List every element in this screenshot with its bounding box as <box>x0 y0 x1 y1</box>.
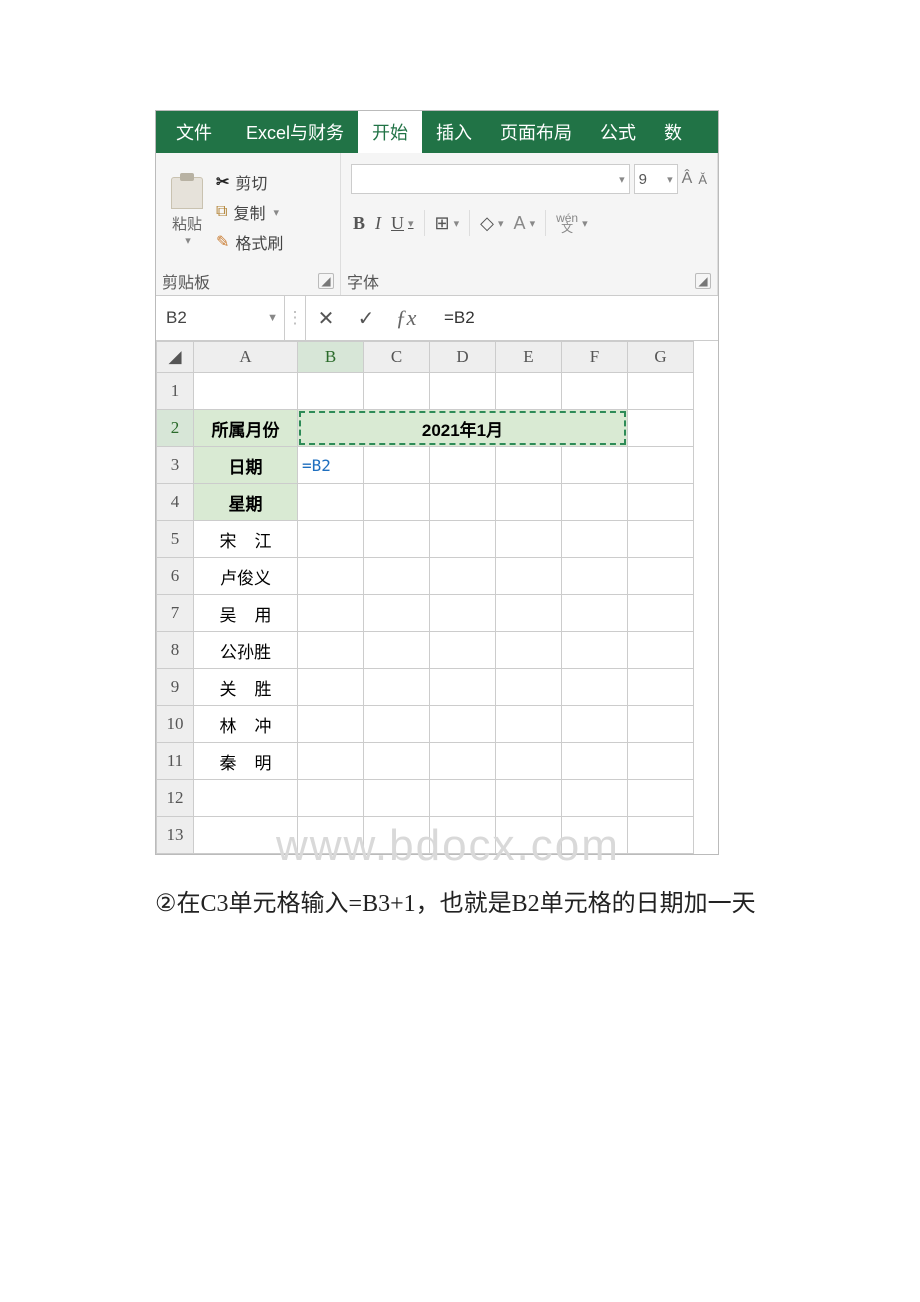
bold-button[interactable]: B <box>353 213 365 234</box>
cancel-edit-button[interactable]: ✕ <box>306 306 346 331</box>
col-C[interactable]: C <box>364 342 430 373</box>
grow-font-icon[interactable]: Â <box>682 170 693 188</box>
chevron-down-icon[interactable]: ▾ <box>185 234 191 247</box>
cell-A3[interactable]: 日期 <box>194 447 298 484</box>
tab-home[interactable]: 开始 <box>358 111 422 153</box>
clipboard-group-label: 剪贴板 <box>162 269 210 293</box>
cell-B3-value: =B2 <box>302 456 331 475</box>
scissors-icon: ✂ <box>216 172 229 192</box>
row-3[interactable]: 3 <box>157 447 194 484</box>
brush-icon: ✎ <box>216 232 229 252</box>
tab-page-layout[interactable]: 页面布局 <box>486 111 586 153</box>
cell-A6[interactable]: 卢俊义 <box>194 558 298 595</box>
format-painter-button[interactable]: ✎ 格式刷 <box>216 230 283 254</box>
cut-label: 剪切 <box>235 170 267 194</box>
cell-A10[interactable]: 林冲 <box>194 706 298 743</box>
col-D[interactable]: D <box>430 342 496 373</box>
font-size-value: 9 <box>639 171 647 188</box>
row-4[interactable]: 4 <box>157 484 194 521</box>
name-box[interactable]: B2 ▼ <box>156 296 285 340</box>
col-A[interactable]: A <box>194 342 298 373</box>
select-all-corner[interactable]: ◢ <box>157 342 194 373</box>
copy-label: 复制 <box>233 200 265 224</box>
row-11[interactable]: 11 <box>157 743 194 780</box>
cell-A7[interactable]: 吴用 <box>194 595 298 632</box>
cell-A8[interactable]: 公孙胜 <box>194 632 298 669</box>
tab-formulas[interactable]: 公式 <box>586 111 650 153</box>
insert-function-button[interactable]: ƒx <box>386 305 426 331</box>
formula-bar: B2 ▼ ⋮ ✕ ✓ ƒx =B2 <box>156 296 718 341</box>
group-clipboard: 粘贴 ▾ ✂ 剪切 ⧉ 复制 ▾ <box>156 153 341 295</box>
font-group-label: 字体 <box>347 269 379 293</box>
paste-label: 粘贴 <box>172 213 202 234</box>
shrink-font-icon[interactable]: Ǎ <box>698 172 707 187</box>
formula-input[interactable]: =B2 <box>426 308 718 328</box>
row-10[interactable]: 10 <box>157 706 194 743</box>
clipboard-icon <box>171 177 203 209</box>
confirm-edit-button[interactable]: ✓ <box>346 306 386 331</box>
formula-bar-separator: ⋮ <box>285 296 306 340</box>
list-marker: ② <box>155 889 177 918</box>
cell-B3[interactable]: =B2 <box>298 447 364 484</box>
ribbon-body: 粘贴 ▾ ✂ 剪切 ⧉ 复制 ▾ <box>156 153 718 296</box>
font-size-select[interactable]: 9 ▾ <box>634 164 678 194</box>
col-G[interactable]: G <box>628 342 694 373</box>
row-6[interactable]: 6 <box>157 558 194 595</box>
row-2[interactable]: 2 <box>157 410 194 447</box>
caption-text: ② 在 C3 单元格输入 =B3+1 ，也就是 B2 单元格的日期加一天 <box>155 883 920 918</box>
italic-button[interactable]: I <box>375 213 381 234</box>
fill-color-button[interactable]: ◇▾ <box>480 213 503 234</box>
row-1[interactable]: 1 <box>157 373 194 410</box>
spreadsheet-grid[interactable]: www.bdocx.com ◢ A B C D E F <box>156 341 718 854</box>
dialog-launcher-icon[interactable]: ◢ <box>318 273 334 289</box>
tab-insert[interactable]: 插入 <box>422 111 486 153</box>
cell-A5[interactable]: 宋江 <box>194 521 298 558</box>
font-color-button[interactable]: A▾ <box>514 213 536 234</box>
cell-A11[interactable]: 秦明 <box>194 743 298 780</box>
tab-file[interactable]: 文件 <box>156 111 232 153</box>
chevron-down-icon[interactable]: ▾ <box>273 206 279 219</box>
row-13[interactable]: 13 <box>157 817 194 854</box>
cell-A2[interactable]: 所属月份 <box>194 410 298 447</box>
group-font: ▾ 9 ▾ Â Ǎ B I U▾ <box>341 153 718 295</box>
column-headers[interactable]: ◢ A B C D E F G <box>157 342 694 373</box>
col-F[interactable]: F <box>562 342 628 373</box>
row-5[interactable]: 5 <box>157 521 194 558</box>
month-value: 2021年1月 <box>422 421 503 440</box>
col-B[interactable]: B <box>298 342 364 373</box>
ribbon-tabs: 文件 Excel与财务 开始 插入 页面布局 公式 数 <box>156 111 718 153</box>
dialog-launcher-icon[interactable]: ◢ <box>695 273 711 289</box>
paste-button[interactable]: 粘贴 ▾ <box>162 157 212 267</box>
tab-custom[interactable]: Excel与财务 <box>232 111 358 153</box>
row-7[interactable]: 7 <box>157 595 194 632</box>
excel-screenshot: 文件 Excel与财务 开始 插入 页面布局 公式 数 粘贴 ▾ <box>155 110 719 855</box>
col-E[interactable]: E <box>496 342 562 373</box>
name-box-value: B2 <box>166 308 187 328</box>
font-name-select[interactable]: ▾ <box>351 164 630 194</box>
row-8[interactable]: 8 <box>157 632 194 669</box>
underline-button[interactable]: U▾ <box>391 213 414 234</box>
cell-A9[interactable]: 关胜 <box>194 669 298 706</box>
borders-button[interactable]: ⊞▾ <box>435 213 460 234</box>
cut-button[interactable]: ✂ 剪切 <box>216 170 283 194</box>
cell-A4[interactable]: 星期 <box>194 484 298 521</box>
bucket-icon: ◇ <box>480 213 494 234</box>
cell-B2-merged[interactable]: 2021年1月 <box>298 410 628 447</box>
copy-button[interactable]: ⧉ 复制 ▾ <box>216 200 283 224</box>
phonetic-button[interactable]: wén文 ▾ <box>556 213 588 233</box>
copy-icon: ⧉ <box>216 203 227 221</box>
row-12[interactable]: 12 <box>157 780 194 817</box>
format-painter-label: 格式刷 <box>235 230 283 254</box>
tab-data[interactable]: 数 <box>650 111 696 153</box>
row-9[interactable]: 9 <box>157 669 194 706</box>
